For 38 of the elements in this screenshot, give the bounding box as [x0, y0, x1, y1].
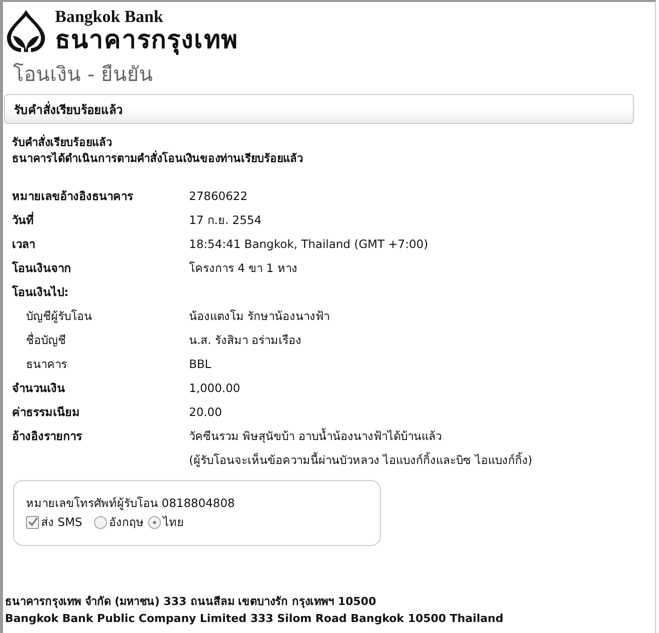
field-label: จำนวนเงิน [12, 380, 65, 397]
field-value: 17 ก.ย. 2554 [189, 212, 263, 229]
field-label: เวลา [12, 236, 35, 253]
bank-name-thai: ธนาคารกรุงเทพ [55, 26, 238, 54]
field-value: (ผู้รับโอนจะเห็นข้อความนี้ผ่านบัวหลวง ไอแบงก์กิ้งและบิซ ไอแบงก์กิ้ง) [189, 451, 534, 469]
language-radio[interactable] [148, 516, 162, 528]
field-label: บัญชีผู้รับโอน [25, 308, 92, 325]
bank-name: Bangkok Bank [55, 8, 164, 26]
field-value: 1,000.00 [189, 380, 242, 397]
field-value: โครงการ 4 ขา 1 หาง [189, 260, 298, 277]
field-value: 18:54:41 Bangkok, Thailand (GMT +7:00) [189, 236, 430, 253]
recipient-phone: หมายเลขโทรศัพท์ผู้รับโอน 0818804808 [26, 495, 236, 511]
field-label: โอนเงินไป: [12, 284, 69, 301]
page-title: โอนเงิน - ยืนยัน [13, 61, 154, 88]
radio-label: อังกฤษ [109, 514, 144, 530]
lotus-logo-icon [5, 8, 47, 54]
field-label: ธนาคาร [25, 356, 67, 373]
radio-label: ไทย [163, 514, 184, 530]
checkbox-label: ส่ง SMS [41, 514, 82, 530]
field-label: ค่าธรรมเนียม [12, 404, 80, 421]
field-value: BBL [189, 356, 212, 373]
field-label: อ้างอิงรายการ [12, 428, 82, 445]
field-value: 27860622 [189, 188, 249, 205]
confirmation-message: รับคำสั่งเรียบร้อยแล้ว [12, 136, 113, 150]
section-header: รับคำสั่งเรียบร้อยแล้ว [4, 94, 634, 124]
language-radio[interactable] [94, 516, 108, 528]
field-value: น.ส. รังสิมา อร่ามเรือง [189, 332, 303, 349]
field-value: น้องแตงโม รักษาน้องนางฟ้า [189, 308, 331, 325]
field-value: 20.00 [189, 404, 223, 421]
field-label: โอนเงินจาก [12, 260, 71, 277]
confirmation-message: ธนาคารได้ดำเนินการตามคำสั่งโอนเงินของท่านเรียบร้อยแล้ว [12, 152, 304, 166]
field-label: หมายเลขอ้างอิงธนาคาร [12, 188, 133, 205]
footer-address: ธนาคารกรุงเทพ จำกัด (มหาชน) 333 ถนนสีลม เขตบางรัก กรุงเทพฯ 10500 [5, 594, 378, 610]
field-value: วัคซีนรวม พิษสุนัขบ้า อาบน้ำน้องนางฟ้าได้บ้านแล้ว [189, 427, 442, 445]
field-label: ชื่อบัญชี [25, 331, 66, 349]
footer-address: Bangkok Bank Public Company Limited 333 Silom Road Bangkok 10500 Thailand [5, 611, 504, 627]
sms-checkbox[interactable] [26, 516, 39, 528]
field-label: วันที่ [12, 210, 34, 229]
